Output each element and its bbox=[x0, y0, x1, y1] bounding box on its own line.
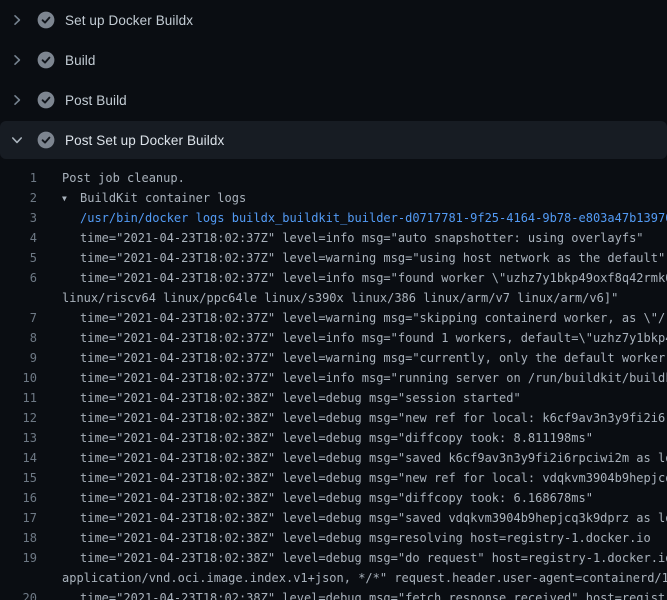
log-text: time="2021-04-23T18:02:38Z" level=debug … bbox=[37, 388, 521, 408]
log-text: time="2021-04-23T18:02:38Z" level=debug … bbox=[37, 488, 593, 508]
log-text: time="2021-04-23T18:02:38Z" level=debug … bbox=[37, 508, 667, 528]
log-group-title[interactable]: BuildKit container logs bbox=[80, 191, 246, 205]
step-header-build[interactable]: Build bbox=[0, 40, 667, 80]
log-line-number[interactable]: 16 bbox=[0, 488, 37, 508]
log-text: time="2021-04-23T18:02:37Z" level=info m… bbox=[37, 228, 644, 248]
log-line-continuation: application/vnd.oci.image.index.v1+json,… bbox=[0, 568, 667, 588]
log-line-number[interactable]: 15 bbox=[0, 468, 37, 488]
log-line-number[interactable]: 10 bbox=[0, 368, 37, 388]
log-line: 4time="2021-04-23T18:02:37Z" level=info … bbox=[0, 228, 667, 248]
log-line: 18time="2021-04-23T18:02:38Z" level=debu… bbox=[0, 528, 667, 548]
step-label: Set up Docker Buildx bbox=[65, 13, 193, 28]
log-line: 15time="2021-04-23T18:02:38Z" level=debu… bbox=[0, 468, 667, 488]
log-text: time="2021-04-23T18:02:38Z" level=debug … bbox=[37, 428, 593, 448]
log-line-number[interactable]: 12 bbox=[0, 408, 37, 428]
log-text: linux/riscv64 linux/ppc64le linux/s390x … bbox=[37, 288, 618, 308]
check-circle-icon bbox=[37, 51, 55, 69]
log-text: Post job cleanup. bbox=[37, 168, 185, 188]
log-line-number[interactable]: 2 bbox=[0, 188, 37, 208]
chevron-down-icon[interactable] bbox=[9, 132, 25, 148]
log-line: 16time="2021-04-23T18:02:38Z" level=debu… bbox=[0, 488, 667, 508]
log-line: 9time="2021-04-23T18:02:37Z" level=warni… bbox=[0, 348, 667, 368]
log-text: time="2021-04-23T18:02:37Z" level=info m… bbox=[37, 328, 667, 348]
log-group-collapse-icon[interactable]: ▼ bbox=[62, 189, 74, 208]
log-line: 1Post job cleanup. bbox=[0, 168, 667, 188]
log-text: time="2021-04-23T18:02:37Z" level=warnin… bbox=[37, 308, 667, 328]
log-line: 7time="2021-04-23T18:02:37Z" level=warni… bbox=[0, 308, 667, 328]
log-line: 19time="2021-04-23T18:02:38Z" level=debu… bbox=[0, 548, 667, 568]
log-area: 1Post job cleanup.2 ▼ BuildKit container l… bbox=[0, 160, 667, 600]
log-line-number[interactable]: 3 bbox=[0, 208, 37, 228]
log-line-number[interactable]: 20 bbox=[0, 588, 37, 600]
actions-log-viewer: Set up Docker Buildx Build Post Build Post … bbox=[0, 0, 667, 600]
step-header-post-build[interactable]: Post Build bbox=[0, 80, 667, 120]
log-text: application/vnd.oci.image.index.v1+json,… bbox=[37, 568, 667, 588]
log-text: time="2021-04-23T18:02:38Z" level=debug … bbox=[37, 528, 651, 548]
log-line: 12time="2021-04-23T18:02:38Z" level=debu… bbox=[0, 408, 667, 428]
log-text: time="2021-04-23T18:02:38Z" level=debug … bbox=[37, 408, 667, 428]
step-label: Build bbox=[65, 53, 96, 68]
step-header-set-up-docker-buildx[interactable]: Set up Docker Buildx bbox=[0, 0, 667, 40]
log-line-number[interactable]: 19 bbox=[0, 548, 37, 568]
log-line-number[interactable]: 11 bbox=[0, 388, 37, 408]
chevron-right-icon[interactable] bbox=[9, 12, 25, 28]
log-line-number[interactable]: 17 bbox=[0, 508, 37, 528]
log-line-number[interactable]: 18 bbox=[0, 528, 37, 548]
log-line: 2 ▼ BuildKit container logs bbox=[0, 188, 667, 208]
log-line-number bbox=[0, 288, 37, 308]
log-line-number[interactable]: 8 bbox=[0, 328, 37, 348]
log-line: 3/usr/bin/docker logs buildx_buildkit_bu… bbox=[0, 208, 667, 228]
log-line-number[interactable]: 9 bbox=[0, 348, 37, 368]
check-circle-icon bbox=[37, 131, 55, 149]
log-text: time="2021-04-23T18:02:37Z" level=info m… bbox=[37, 368, 667, 388]
log-line-number[interactable]: 14 bbox=[0, 448, 37, 468]
log-text: time="2021-04-23T18:02:37Z" level=info m… bbox=[37, 268, 667, 288]
log-group-header[interactable]: ▼ BuildKit container logs bbox=[37, 188, 246, 208]
log-text: time="2021-04-23T18:02:38Z" level=debug … bbox=[37, 468, 667, 488]
log-line: 5time="2021-04-23T18:02:37Z" level=warni… bbox=[0, 248, 667, 268]
log-line: 10time="2021-04-23T18:02:37Z" level=info… bbox=[0, 368, 667, 388]
step-label: Post Build bbox=[65, 93, 127, 108]
step-header-post-set-up-docker-buildx[interactable]: Post Set up Docker Buildx bbox=[0, 121, 667, 159]
log-line-number[interactable]: 1 bbox=[0, 168, 37, 188]
log-line: 11time="2021-04-23T18:02:38Z" level=debu… bbox=[0, 388, 667, 408]
log-text: time="2021-04-23T18:02:37Z" level=warnin… bbox=[37, 348, 667, 368]
log-text: time="2021-04-23T18:02:38Z" level=debug … bbox=[37, 448, 667, 468]
log-line-number[interactable]: 13 bbox=[0, 428, 37, 448]
log-line: 17time="2021-04-23T18:02:38Z" level=debu… bbox=[0, 508, 667, 528]
check-circle-icon bbox=[37, 91, 55, 109]
log-line-number[interactable]: 7 bbox=[0, 308, 37, 328]
log-text: time="2021-04-23T18:02:38Z" level=debug … bbox=[37, 548, 667, 568]
log-line-continuation: linux/riscv64 linux/ppc64le linux/s390x … bbox=[0, 288, 667, 308]
log-line-number[interactable]: 5 bbox=[0, 248, 37, 268]
chevron-right-icon[interactable] bbox=[9, 92, 25, 108]
log-text: time="2021-04-23T18:02:37Z" level=warnin… bbox=[37, 248, 665, 268]
log-line-number[interactable]: 4 bbox=[0, 228, 37, 248]
log-line: 8time="2021-04-23T18:02:37Z" level=info … bbox=[0, 328, 667, 348]
log-line: 14time="2021-04-23T18:02:38Z" level=debu… bbox=[0, 448, 667, 468]
log-line: 6time="2021-04-23T18:02:37Z" level=info … bbox=[0, 268, 667, 288]
step-label: Post Set up Docker Buildx bbox=[65, 133, 224, 148]
steps-list: Set up Docker Buildx Build Post Build Post … bbox=[0, 0, 667, 159]
log-text: time="2021-04-23T18:02:38Z" level=debug … bbox=[37, 588, 667, 600]
log-line: 20time="2021-04-23T18:02:38Z" level=debu… bbox=[0, 588, 667, 600]
log-command-text: /usr/bin/docker logs buildx_buildkit_bui… bbox=[37, 208, 667, 228]
check-circle-icon bbox=[37, 11, 55, 29]
chevron-right-icon[interactable] bbox=[9, 52, 25, 68]
log-line: 13time="2021-04-23T18:02:38Z" level=debu… bbox=[0, 428, 667, 448]
log-line-number[interactable]: 6 bbox=[0, 268, 37, 288]
log-line-number bbox=[0, 568, 37, 588]
